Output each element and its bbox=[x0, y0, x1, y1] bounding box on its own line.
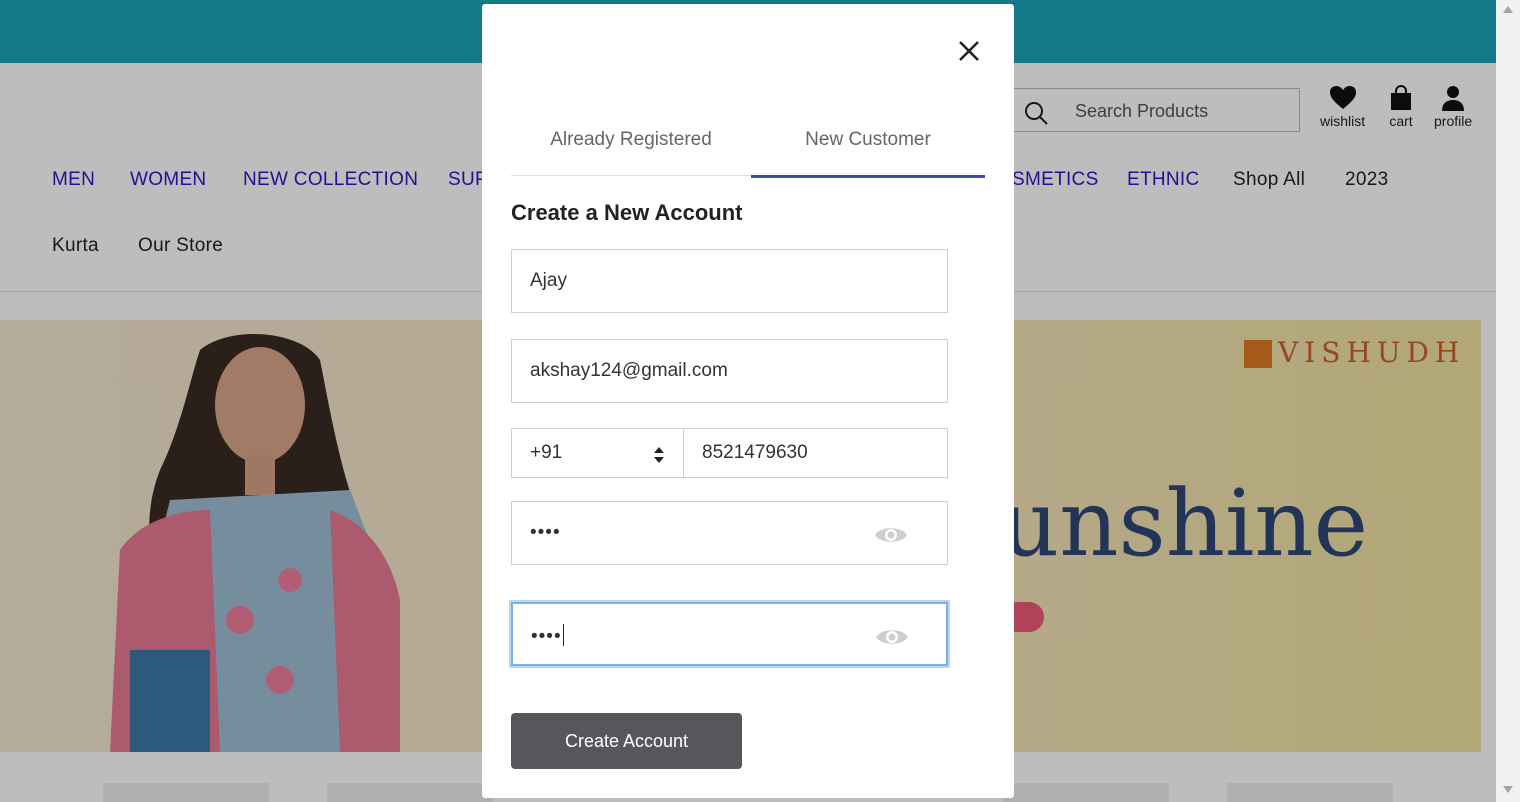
close-icon[interactable] bbox=[952, 34, 986, 68]
country-code-value: +91 bbox=[530, 442, 563, 463]
confirm-password-mask: •••• bbox=[531, 624, 564, 648]
tab-new-customer[interactable]: New Customer bbox=[751, 119, 985, 178]
create-account-button[interactable]: Create Account bbox=[511, 713, 742, 769]
signup-modal: Already Registered New Customer Create a… bbox=[482, 4, 1014, 798]
auth-tabs: Already Registered New Customer bbox=[511, 119, 985, 178]
tab-already-registered[interactable]: Already Registered bbox=[511, 119, 751, 175]
password-field[interactable]: •••• bbox=[511, 501, 948, 565]
country-code-select[interactable]: +91 bbox=[511, 428, 684, 478]
confirm-password-text: •••• bbox=[531, 626, 562, 647]
password-mask: •••• bbox=[530, 522, 561, 543]
confirm-password-field[interactable]: •••• bbox=[511, 602, 948, 666]
email-field[interactable]: akshay124@gmail.com bbox=[511, 339, 948, 403]
show-password-eye-icon[interactable] bbox=[874, 522, 908, 548]
email-value: akshay124@gmail.com bbox=[530, 360, 728, 381]
name-field[interactable]: Ajay bbox=[511, 249, 948, 313]
select-arrows-icon bbox=[654, 447, 664, 463]
phone-value: 8521479630 bbox=[702, 442, 808, 463]
phone-field[interactable]: 8521479630 bbox=[684, 428, 948, 478]
text-caret bbox=[562, 624, 564, 646]
name-value: Ajay bbox=[530, 270, 567, 291]
scroll-down-arrow-icon[interactable] bbox=[1503, 786, 1513, 793]
form-title: Create a New Account bbox=[511, 200, 743, 225]
scroll-up-arrow-icon[interactable] bbox=[1503, 6, 1513, 13]
show-confirm-password-eye-icon[interactable] bbox=[875, 624, 909, 650]
page-scrollbar[interactable] bbox=[1496, 0, 1520, 802]
